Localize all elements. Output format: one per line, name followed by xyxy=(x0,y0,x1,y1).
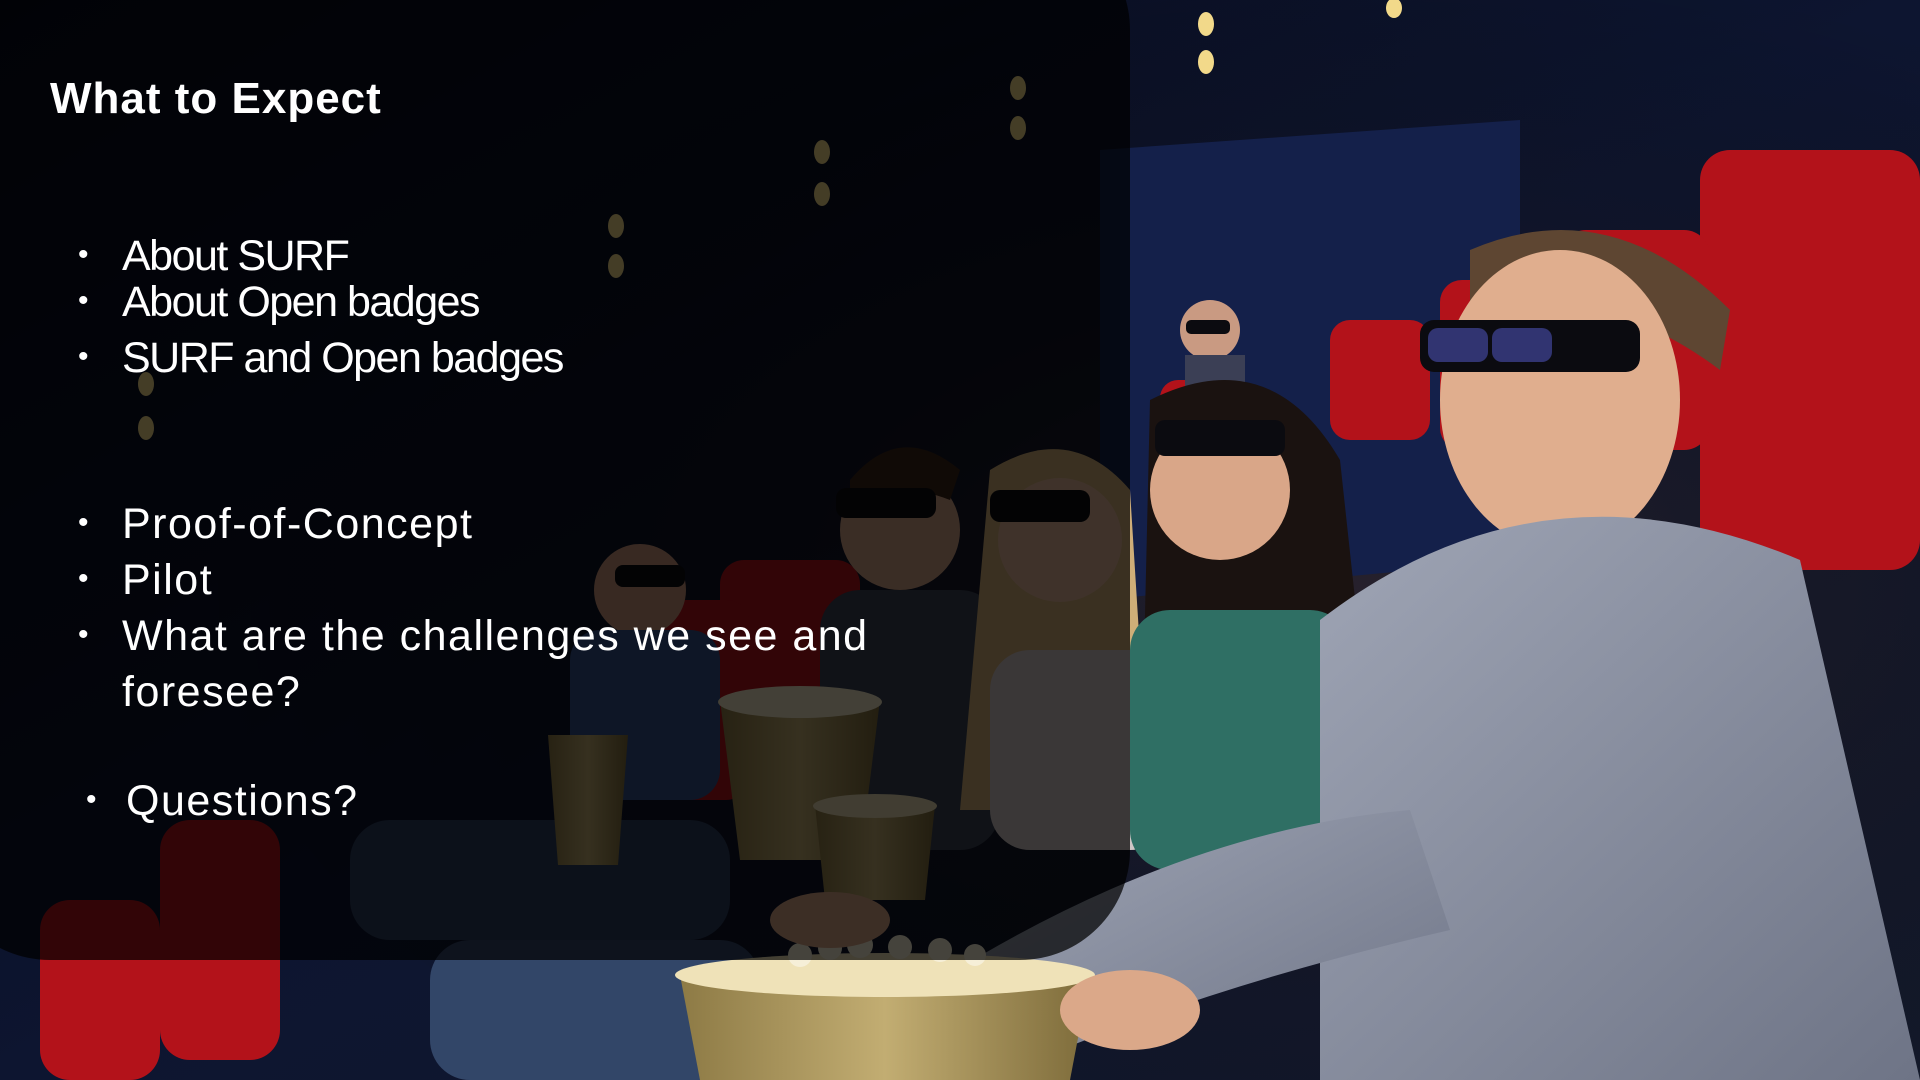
bullet-dot-icon: • xyxy=(86,783,99,816)
bullet-dot-icon: • xyxy=(78,562,91,595)
bullet-text: foresee? xyxy=(122,668,302,716)
bullet-text: What are the challenges we see and xyxy=(122,612,869,660)
bullet-dot-icon: • xyxy=(78,618,91,651)
bullet-text: Proof-of-Concept xyxy=(122,500,474,548)
bullet-text: SURF and Open badges xyxy=(122,334,564,382)
bullet-text: Questions? xyxy=(126,777,359,825)
bullet-dot-icon: • xyxy=(78,284,89,317)
bullet-text: About Open badges xyxy=(122,278,481,326)
bullet-dot-icon: • xyxy=(78,238,89,271)
bullet-text: Pilot xyxy=(122,556,214,604)
bullet-dot-icon: • xyxy=(78,340,89,373)
bullet-text: About SURF xyxy=(122,232,350,280)
slide-title: What to Expect xyxy=(50,74,382,123)
slide: What to Expect • About SURF • About Open… xyxy=(0,0,1920,1080)
bullet-dot-icon: • xyxy=(78,506,91,539)
